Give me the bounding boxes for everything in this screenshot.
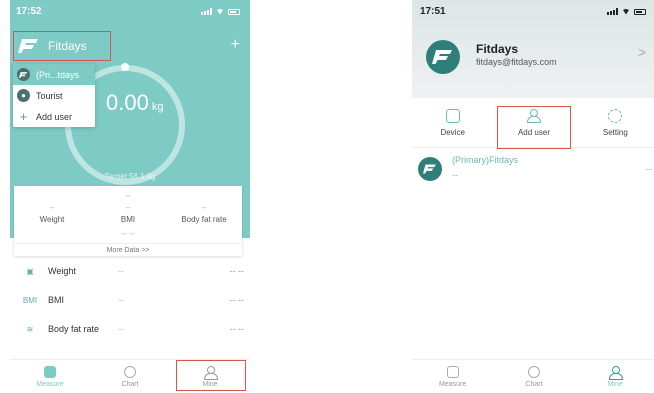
metric-mid: -- <box>118 324 124 334</box>
card-top-value: -- <box>125 191 131 200</box>
metric-value: -- -- <box>229 324 245 334</box>
chevron-right-icon[interactable]: > <box>638 44 646 60</box>
body-fat-icon: ≋ <box>26 324 34 334</box>
setting-button[interactable]: Setting <box>575 98 654 147</box>
dropdown-item-label: Tourist <box>36 90 63 101</box>
tab-label: Chart <box>525 380 543 388</box>
tab-label: Chart <box>121 380 139 388</box>
metrics-card: -- -- -- -- Weight BMI Body fat rate -- … <box>14 186 242 256</box>
gear-icon <box>608 108 623 123</box>
scale-icon: ▣ <box>26 266 34 276</box>
dropdown-item-label: Add user <box>36 111 73 122</box>
device-button[interactable]: Device <box>412 98 493 147</box>
metric-row-bmi[interactable]: BMI BMI -- -- -- <box>10 286 250 314</box>
metric-mid: -- <box>118 295 124 305</box>
card-fat-value: -- <box>201 203 207 212</box>
metric-mid: -- <box>118 266 124 276</box>
signal-icon <box>201 8 212 15</box>
target-weight: Target:56.1 kg <box>104 172 156 181</box>
action-bar: Device Add user Setting <box>412 98 654 149</box>
measure-icon <box>44 365 56 378</box>
card-label-fat: Body fat rate <box>181 215 227 224</box>
weight-value: 0.00 <box>106 90 149 115</box>
user-right-value: -- <box>646 164 652 174</box>
user-list-item[interactable]: (Primary)Fitdays -- -- <box>412 150 654 188</box>
plus-icon[interactable]: + <box>231 36 240 54</box>
device-icon <box>445 108 460 123</box>
card-weight-value: -- <box>49 203 55 212</box>
chart-icon <box>124 365 136 378</box>
metric-row-weight[interactable]: ▣ Weight -- -- -- <box>10 257 250 285</box>
tab-mine[interactable]: Mine <box>170 360 250 393</box>
status-time: 17:52 <box>16 6 42 17</box>
person-icon <box>204 365 218 380</box>
add-user-button[interactable]: Add user <box>493 98 574 149</box>
profile-name: Fitdays <box>476 42 519 56</box>
tab-measure[interactable]: Measure <box>10 360 90 393</box>
fitdays-logo-icon <box>18 39 38 53</box>
tab-bar: Measure Chart Mine <box>412 359 654 393</box>
card-label-bmi: BMI <box>120 215 136 224</box>
action-label: Device <box>440 127 465 137</box>
metric-label: Weight <box>48 266 76 276</box>
battery-icon <box>634 8 646 15</box>
metric-row-body-fat[interactable]: ≋ Body fat rate -- -- -- <box>10 315 250 343</box>
fitdays-logo-icon <box>432 50 452 64</box>
chart-icon <box>527 365 540 378</box>
card-labels-row: Weight BMI Body fat rate <box>14 215 242 224</box>
card-label-weight: Weight <box>39 215 65 224</box>
tab-chart[interactable]: Chart <box>90 360 170 393</box>
metric-label: Body fat rate <box>48 324 100 334</box>
status-icons <box>201 8 240 15</box>
tab-label: Measure <box>36 380 64 388</box>
fitdays-logo-icon <box>17 68 30 81</box>
more-data-link[interactable]: More Data >> <box>14 243 242 254</box>
action-label: Setting <box>602 127 628 137</box>
dropdown-item-label: (Pri...tdays <box>36 69 80 80</box>
status-time: 17:51 <box>420 6 446 17</box>
user-name: (Primary)Fitdays <box>452 155 519 165</box>
dropdown-item-tourist[interactable]: ● Tourist <box>13 85 95 106</box>
app-title: Fitdays <box>48 39 87 53</box>
user-icon: ● <box>17 89 30 102</box>
tab-label: Measure <box>439 380 467 388</box>
tab-measure[interactable]: Measure <box>412 360 493 393</box>
status-icons <box>607 8 646 15</box>
weight-unit: kg <box>151 101 164 113</box>
dropdown-item-add-user[interactable]: + Add user <box>13 106 95 127</box>
tab-chart[interactable]: Chart <box>493 360 574 393</box>
metric-value: -- -- <box>229 295 245 305</box>
profile-email: fitdays@fitdays.com <box>476 57 557 67</box>
tab-mine[interactable]: Mine <box>575 360 654 393</box>
wifi-icon <box>622 8 630 15</box>
mine-screen: 17:51 Fitdays fitdays@fitdays.com > Devi… <box>412 0 654 393</box>
add-user-icon <box>526 108 541 123</box>
metric-label: BMI <box>48 295 65 305</box>
metric-value: -- -- <box>229 266 245 276</box>
card-bottom-value: -- -- <box>121 229 135 238</box>
card-values-row: -- -- -- <box>14 203 242 212</box>
signal-icon <box>607 8 618 15</box>
home-screen: 17:52 Fitdays + 0.00 kg (Pri...tdays ● T… <box>10 0 250 393</box>
card-bmi-value: -- <box>125 203 131 212</box>
gauge-indicator <box>121 63 129 71</box>
measure-icon <box>446 365 459 378</box>
battery-icon <box>228 8 240 15</box>
user-dropdown: (Pri...tdays ● Tourist + Add user <box>13 64 95 127</box>
fitdays-logo-icon <box>423 164 436 174</box>
weight-display: 0.00 kg <box>106 90 163 116</box>
tab-label: Mine <box>607 380 623 388</box>
avatar <box>426 40 460 74</box>
wifi-icon <box>216 8 224 15</box>
user-sub: -- <box>452 170 458 180</box>
plus-icon: + <box>19 109 28 124</box>
user-avatar <box>418 157 442 181</box>
person-icon <box>609 365 624 380</box>
tab-bar: Measure Chart Mine <box>10 359 250 393</box>
dropdown-item-primary[interactable]: (Pri...tdays <box>13 64 95 85</box>
user-switcher[interactable]: Fitdays <box>13 31 111 61</box>
bmi-icon: BMI <box>22 295 38 305</box>
